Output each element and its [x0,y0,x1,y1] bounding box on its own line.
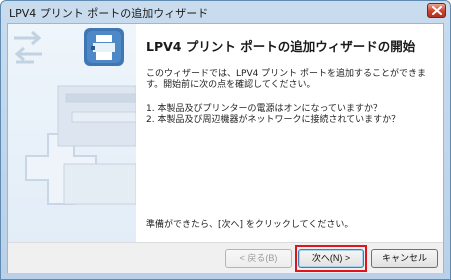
footer-instruction: 準備ができたら、[次へ] をクリックしてください。 [146,220,354,230]
checklist-item-2: 2. 本製品及び周辺機器がネットワークに接続されていますか？ [146,115,401,125]
wizard-heading: LPV4 プリント ポートの追加ウィザードの開始 [146,39,416,54]
title-bar[interactable]: LPV4 プリント ポートの追加ウィザード [1,1,450,23]
back-button[interactable]: < 戻る(B) [225,249,292,268]
cancel-button[interactable]: キャンセル [371,249,438,268]
side-panel-art [14,28,136,205]
wizard-side-panel [8,24,136,242]
printer-port-icon [84,28,124,66]
close-x-icon [432,6,442,15]
wizard-window: LPV4 プリント ポートの追加ウィザード LPV4 プリント ポートの追加ウィ… [0,0,451,280]
next-button[interactable]: 次へ(N) > [298,249,364,268]
close-button[interactable] [427,3,446,18]
window-title: LPV4 プリント ポートの追加ウィザード [9,7,209,20]
arrows-exchange-icon [14,30,42,64]
printer-device-icon [57,85,136,205]
intro-text: このウィザードでは、LPV4 プリント ポートを追加することができます。開始前に… [146,69,427,90]
wizard-content: LPV4 プリント ポートの追加ウィザードの開始 このウィザードでは、LPV4 … [136,24,443,242]
button-bar: < 戻る(B) 次へ(N) > キャンセル [8,242,443,273]
wizard-client-area: LPV4 プリント ポートの追加ウィザードの開始 このウィザードでは、LPV4 … [7,23,444,273]
